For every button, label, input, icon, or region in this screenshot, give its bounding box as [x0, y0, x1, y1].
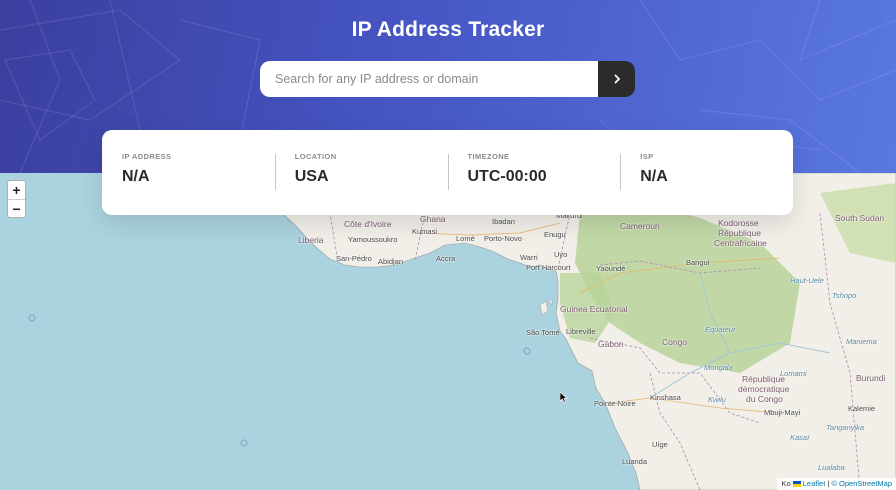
map-label: Pointe-Noire: [594, 399, 636, 408]
map-label: Libreville: [566, 327, 596, 336]
chevron-right-icon: [613, 74, 620, 84]
zoom-in-button[interactable]: +: [8, 181, 25, 199]
map-label: Yaoundé: [596, 264, 626, 273]
map-label: Kalemie: [848, 404, 876, 413]
map-tiles: [28, 173, 896, 490]
info-value: UTC-00:00: [467, 168, 547, 185]
map-label: Porto-Novo: [484, 234, 522, 243]
map-label: Cameroun: [620, 221, 660, 231]
map-label: Lualaba: [818, 463, 845, 472]
map-label: Équateur: [705, 325, 736, 334]
map-label: du Congo: [746, 394, 783, 404]
map-label: Uíge: [652, 440, 668, 449]
info-isp: ISP N/A: [620, 130, 793, 215]
map-label: Accra: [436, 254, 456, 263]
map-label: Abidjan: [378, 257, 404, 266]
map-attribution: Ko Leaflet | © OpenStreetMap: [777, 478, 896, 490]
mouse-cursor-icon: [560, 392, 568, 403]
map-view[interactable]: Ghana Makurdi Kodorosse South Sudan Libe…: [0, 173, 896, 490]
info-label: LOCATION: [294, 152, 337, 161]
map-label: Enugu: [544, 230, 566, 239]
attribution-separator: |: [827, 479, 830, 488]
map-label: Uyo: [554, 250, 568, 259]
map-label: Gabon: [598, 339, 624, 349]
info-label: ISP: [640, 152, 654, 161]
ukraine-flag-icon: [792, 481, 801, 487]
map-label: Guinea Ecuatorial: [560, 304, 628, 314]
attribution-ko: Ko: [781, 479, 791, 488]
map-label: Ibadan: [492, 217, 515, 226]
search-input[interactable]: [260, 61, 598, 97]
info-label: IP ADDRESS: [122, 152, 172, 161]
info-timezone: TIMEZONE UTC-00:00: [447, 130, 621, 215]
info-value: N/A: [122, 168, 150, 185]
map-label: Congo: [662, 337, 688, 347]
map-label: Port Harcourt: [526, 263, 571, 272]
map-label: Burundi: [856, 373, 886, 383]
ip-info-card: IP ADDRESS N/A LOCATION USA TIMEZONE UTC…: [102, 130, 793, 215]
map-label: Ghana: [420, 214, 446, 224]
search-bar: [260, 61, 635, 97]
zoom-out-button[interactable]: −: [8, 199, 25, 217]
page-title: IP Address Tracker: [351, 18, 545, 41]
map-label: Maniema: [846, 337, 877, 346]
map-label: Kinshasa: [650, 393, 681, 402]
map-label: Centrafricaine: [714, 238, 767, 248]
map-label: Yamoussoukro: [348, 235, 398, 244]
map-label: Kasaï: [790, 433, 810, 442]
map-label: San-Pédro: [336, 254, 372, 263]
map-label: République: [718, 228, 762, 238]
info-label: TIMEZONE: [467, 152, 510, 161]
leaflet-link[interactable]: Leaflet: [803, 479, 826, 488]
info-ip-address: IP ADDRESS N/A: [102, 130, 275, 215]
map-label: Tshopo: [832, 291, 857, 300]
map-label: démocratique: [738, 384, 790, 394]
map-label: South Sudan: [835, 213, 885, 223]
map-label: Lomé: [456, 234, 475, 243]
map-label: Haut-Uele: [790, 276, 824, 285]
map-label: Mbuji-Mayi: [764, 408, 801, 417]
map-label: Kumasi: [412, 227, 438, 236]
map-label: Bangui: [686, 258, 710, 267]
openstreetmap-link[interactable]: © OpenStreetMap: [831, 479, 892, 488]
info-value: USA: [294, 168, 329, 185]
map-zoom-control: + −: [7, 180, 26, 218]
info-location: LOCATION USA: [274, 130, 448, 215]
map-label: Côte d'Ivoire: [344, 219, 392, 229]
map-label: Liberia: [298, 235, 324, 245]
search-submit-button[interactable]: [598, 61, 635, 97]
map-label: Luanda: [622, 457, 648, 466]
map-label: Kwilu: [708, 395, 726, 404]
map-label: Mongala: [704, 363, 733, 372]
map-label: République: [742, 374, 786, 384]
map-label: Lomami: [780, 369, 807, 378]
info-value: N/A: [640, 168, 668, 185]
map-label: Warri: [520, 253, 538, 262]
map-label: Kodorosse: [718, 218, 759, 228]
map-label: Tanganyika: [826, 423, 865, 432]
map-label: São Tomé: [526, 328, 560, 337]
